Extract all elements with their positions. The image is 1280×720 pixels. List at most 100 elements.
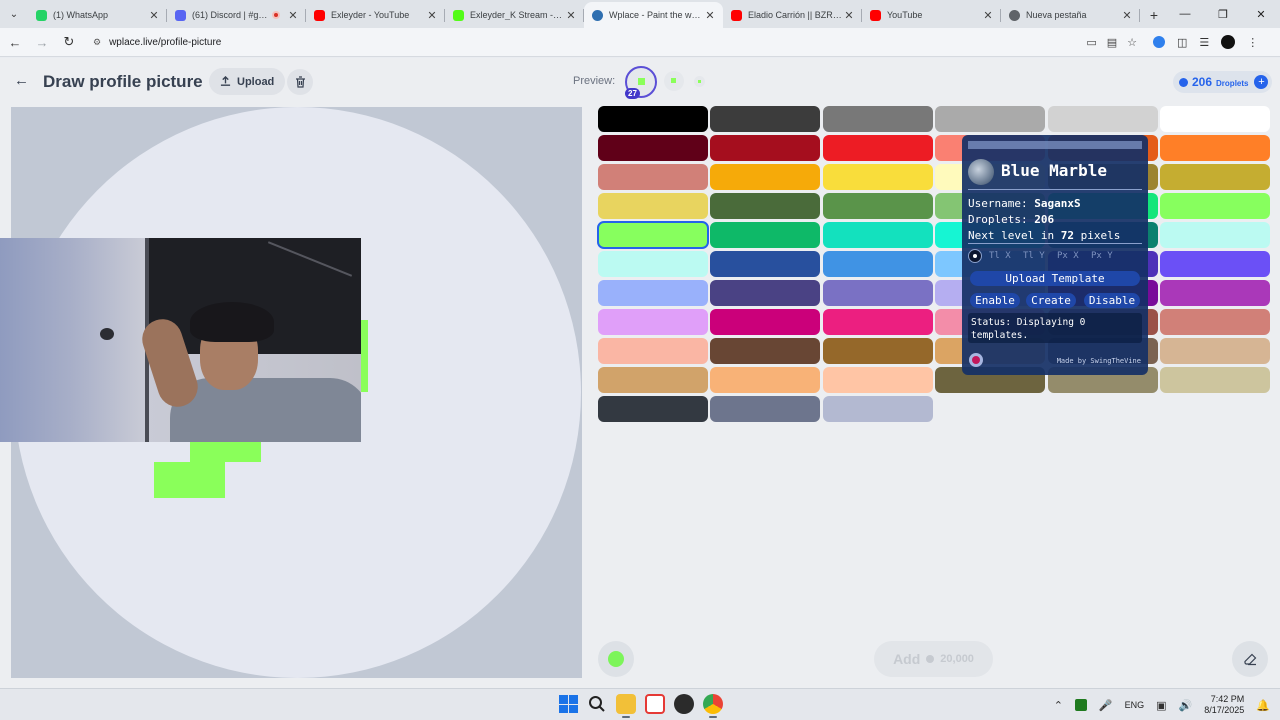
reload-button[interactable]: ↻ bbox=[57, 30, 81, 54]
color-swatch[interactable] bbox=[1159, 367, 1270, 393]
color-swatch[interactable] bbox=[598, 135, 708, 161]
color-swatch[interactable] bbox=[822, 135, 933, 161]
color-swatch[interactable] bbox=[710, 222, 821, 248]
color-swatch[interactable] bbox=[1159, 135, 1270, 161]
language-indicator[interactable]: ENG bbox=[1125, 700, 1145, 710]
disable-button[interactable]: Disable bbox=[1084, 293, 1140, 308]
buy-droplets-icon[interactable]: + bbox=[1254, 75, 1269, 89]
color-swatch[interactable] bbox=[1159, 338, 1270, 364]
color-swatch[interactable] bbox=[1159, 164, 1270, 190]
enable-button[interactable]: Enable bbox=[970, 293, 1020, 308]
color-swatch[interactable] bbox=[710, 106, 821, 132]
color-swatch[interactable] bbox=[598, 396, 708, 422]
new-tab-button[interactable]: + bbox=[1140, 2, 1168, 28]
color-swatch[interactable] bbox=[710, 367, 821, 393]
color-swatch[interactable] bbox=[710, 338, 821, 364]
delete-button[interactable] bbox=[287, 69, 313, 95]
create-button[interactable]: Create bbox=[1026, 293, 1076, 308]
browser-tab[interactable]: (1) WhatsApp ✕ bbox=[28, 2, 167, 28]
color-swatch[interactable] bbox=[598, 280, 708, 306]
drag-handle[interactable] bbox=[968, 141, 1142, 149]
search-button[interactable] bbox=[587, 694, 607, 714]
browser-tab[interactable]: YouTube ✕ bbox=[862, 2, 1001, 28]
tile-y-input[interactable]: Tl Y bbox=[1023, 251, 1050, 261]
start-button[interactable] bbox=[558, 694, 578, 714]
minimize-button[interactable]: — bbox=[1166, 0, 1204, 28]
browser-tab[interactable]: Exleyder - YouTube ✕ bbox=[306, 2, 445, 28]
color-swatch[interactable] bbox=[822, 251, 933, 277]
volume-icon[interactable]: 🔊 bbox=[1179, 699, 1193, 712]
color-swatch[interactable] bbox=[598, 309, 708, 335]
chrome-icon[interactable] bbox=[703, 694, 723, 718]
color-swatch[interactable] bbox=[1159, 280, 1270, 306]
browser-tab[interactable]: (61) Discord | #general ✕ bbox=[167, 2, 306, 28]
close-tab-icon[interactable]: ✕ bbox=[147, 9, 161, 22]
current-color-button[interactable] bbox=[598, 641, 634, 677]
pin-icon[interactable] bbox=[968, 249, 982, 263]
site-info-icon[interactable]: ⚙ bbox=[93, 37, 101, 48]
color-swatch[interactable] bbox=[1159, 193, 1270, 219]
close-tab-icon[interactable]: ✕ bbox=[425, 9, 439, 22]
browser-tab[interactable]: Wplace - Paint the world ✕ bbox=[584, 2, 723, 28]
reading-list-icon[interactable]: ☰ bbox=[1199, 36, 1209, 49]
color-swatch[interactable] bbox=[822, 193, 933, 219]
address-bar[interactable]: ⚙ wplace.live/profile-picture ▭ ▤ ☆ bbox=[85, 31, 1145, 53]
close-tab-icon[interactable]: ✕ bbox=[703, 9, 717, 22]
nvidia-icon[interactable] bbox=[1074, 699, 1087, 711]
color-swatch[interactable] bbox=[822, 280, 933, 306]
color-swatch[interactable] bbox=[710, 251, 821, 277]
star-icon[interactable]: ☆ bbox=[1127, 36, 1137, 49]
color-swatch[interactable] bbox=[1159, 309, 1270, 335]
upload-template-button[interactable]: Upload Template bbox=[970, 271, 1140, 286]
color-swatch[interactable] bbox=[710, 396, 821, 422]
cast-icon[interactable]: ▭ bbox=[1086, 36, 1096, 49]
color-swatch[interactable] bbox=[822, 222, 933, 248]
color-swatch[interactable] bbox=[598, 251, 708, 277]
puzzle-icon[interactable]: ◫ bbox=[1177, 36, 1187, 49]
notifications-icon[interactable]: 🔔 bbox=[1256, 699, 1270, 712]
color-swatch[interactable] bbox=[598, 164, 708, 190]
droplets-counter[interactable]: 206 Droplets + bbox=[1173, 71, 1273, 93]
browser-tab[interactable]: Nueva pestaña ✕ bbox=[1001, 2, 1140, 28]
network-icon[interactable]: ▣ bbox=[1156, 699, 1166, 712]
extension-icon[interactable] bbox=[1153, 36, 1165, 48]
close-tab-icon[interactable]: ✕ bbox=[564, 9, 578, 22]
snipping-tool-icon[interactable] bbox=[645, 694, 665, 714]
color-swatch[interactable] bbox=[1047, 106, 1158, 132]
color-swatch[interactable] bbox=[598, 193, 708, 219]
kebab-menu-icon[interactable]: ⋮ bbox=[1247, 36, 1258, 49]
color-swatch[interactable] bbox=[598, 338, 708, 364]
browser-tab[interactable]: Eladio Carrión || BZRP Music✕ bbox=[723, 2, 862, 28]
file-explorer-icon[interactable] bbox=[616, 694, 636, 718]
tile-x-input[interactable]: Tl X bbox=[989, 251, 1016, 261]
close-tab-icon[interactable]: ✕ bbox=[842, 9, 856, 22]
close-tab-icon[interactable]: ✕ bbox=[981, 9, 995, 22]
eraser-button[interactable] bbox=[1232, 641, 1268, 677]
pixel-y-input[interactable]: Px Y bbox=[1091, 251, 1118, 261]
restore-button[interactable]: ❐ bbox=[1204, 0, 1242, 28]
clock[interactable]: 7:42 PM 8/17/2025 bbox=[1204, 694, 1244, 716]
close-tab-icon[interactable]: ✕ bbox=[286, 9, 300, 22]
color-swatch[interactable] bbox=[598, 367, 708, 393]
globe-icon[interactable] bbox=[968, 159, 994, 185]
obs-icon[interactable] bbox=[674, 694, 694, 714]
browser-tab[interactable]: Exleyder_K Stream - Watch✕ bbox=[445, 2, 584, 28]
color-swatch[interactable] bbox=[710, 280, 821, 306]
color-swatch[interactable] bbox=[597, 221, 709, 249]
color-swatch[interactable] bbox=[822, 164, 933, 190]
tab-search-button[interactable]: ⌄ bbox=[0, 0, 28, 28]
color-swatch[interactable] bbox=[822, 106, 933, 132]
color-swatch[interactable] bbox=[822, 396, 933, 422]
color-swatch[interactable] bbox=[710, 193, 821, 219]
microphone-icon[interactable]: 🎤 bbox=[1099, 699, 1113, 712]
profile-avatar[interactable] bbox=[1221, 35, 1236, 49]
add-button[interactable]: Add 20,000 bbox=[874, 641, 993, 677]
close-tab-icon[interactable]: ✕ bbox=[1120, 9, 1134, 22]
back-button[interactable]: ← bbox=[3, 30, 27, 54]
upload-button[interactable]: Upload bbox=[209, 68, 286, 95]
color-swatch[interactable] bbox=[1159, 222, 1270, 248]
pixel-x-input[interactable]: Px X bbox=[1057, 251, 1084, 261]
color-swatch[interactable] bbox=[710, 309, 821, 335]
color-swatch[interactable] bbox=[1159, 106, 1270, 132]
back-arrow-icon[interactable]: ← bbox=[14, 72, 29, 89]
